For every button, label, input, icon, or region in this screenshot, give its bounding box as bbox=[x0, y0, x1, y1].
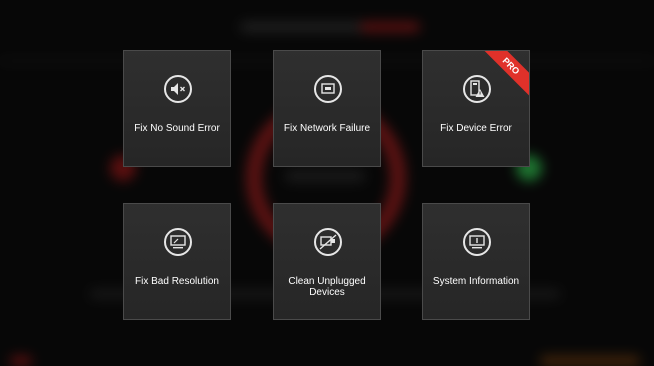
network-icon bbox=[314, 75, 342, 103]
fix-bad-resolution-button[interactable]: Fix Bad Resolution bbox=[123, 203, 231, 320]
tile-label: Fix Network Failure bbox=[283, 123, 371, 134]
monitor-resolution-icon bbox=[164, 228, 192, 256]
tile-label: Clean Unplugged Devices bbox=[278, 276, 376, 298]
tile-label: System Information bbox=[432, 276, 520, 287]
tile-label: Fix Bad Resolution bbox=[135, 276, 219, 287]
tile-label: Fix Device Error bbox=[440, 123, 512, 134]
fix-no-sound-error-button[interactable]: Fix No Sound Error bbox=[123, 50, 231, 167]
speaker-mute-icon bbox=[164, 75, 192, 103]
system-info-icon bbox=[463, 228, 491, 256]
device-warning-icon bbox=[463, 75, 491, 103]
clean-unplugged-devices-button[interactable]: Clean Unplugged Devices bbox=[273, 203, 381, 320]
fix-device-error-button[interactable]: PRO Fix Device Error bbox=[422, 50, 530, 167]
tile-label-line2: Devices bbox=[309, 287, 345, 298]
unplugged-device-icon bbox=[314, 228, 342, 256]
tile-label-line1: Clean Unplugged bbox=[288, 276, 366, 287]
tile-label: Fix No Sound Error bbox=[134, 123, 220, 134]
system-information-button[interactable]: System Information bbox=[422, 203, 530, 320]
fix-network-failure-button[interactable]: Fix Network Failure bbox=[273, 50, 381, 167]
